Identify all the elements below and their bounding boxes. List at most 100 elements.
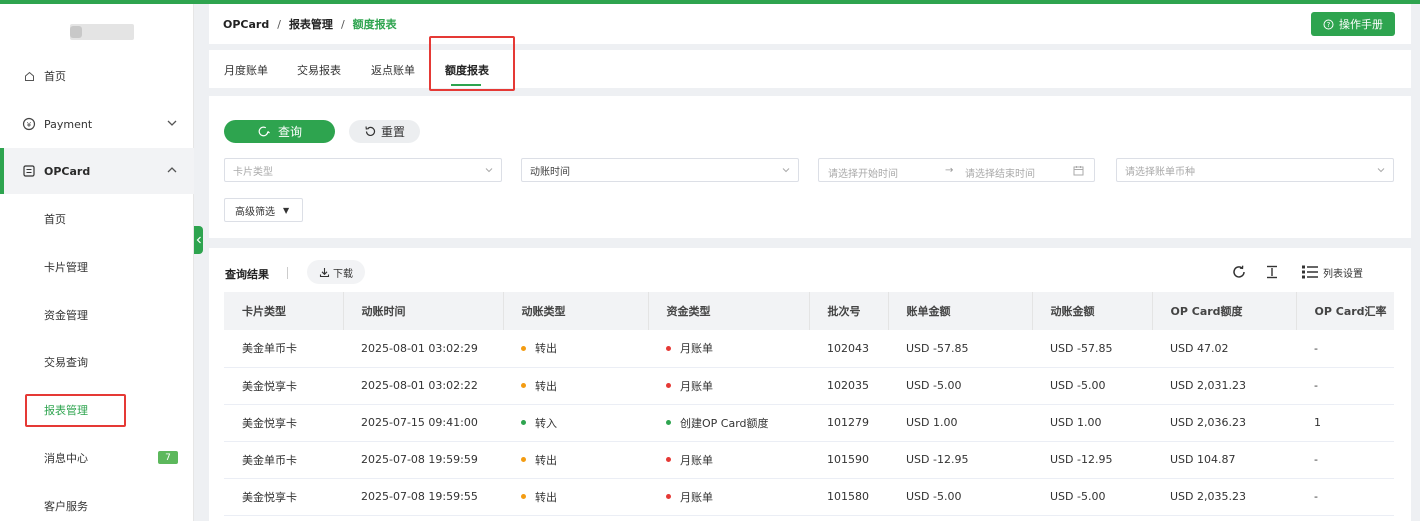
sub-item-label: 卡片管理 — [44, 261, 88, 274]
time-type-value: 动账时间 — [530, 166, 570, 178]
advanced-filter-label: 高级筛选 — [235, 206, 275, 218]
sub-item-report-management[interactable]: 报表管理 — [0, 387, 194, 433]
nav-payment[interactable]: ¥ Payment — [0, 101, 194, 147]
column-header[interactable]: 资金类型 — [648, 292, 810, 330]
tab-bar: 月度账单 交易报表 返点账单 额度报表 — [209, 50, 1411, 88]
column-header[interactable]: 动账金额 — [1032, 292, 1153, 330]
status-dot — [666, 457, 671, 462]
table-row[interactable]: 美金悦享卡 2025-08-01 03:02:22 转出 月账单 102035 … — [224, 367, 1394, 405]
start-date-input[interactable]: 请选择开始时间 — [828, 165, 898, 180]
cell-fund-type: 月账单 — [648, 367, 809, 405]
table-header-row: 卡片类型 动账时间 动账类型 资金类型 批次号 账单金额 动账金额 OP Car… — [224, 292, 1394, 330]
cell-card-type: 美金单币卡 — [224, 441, 343, 479]
column-header[interactable]: OP Card额度 — [1152, 292, 1297, 330]
cell-limit: USD 2,035.23 — [1152, 478, 1296, 516]
move-type-label: 转入 — [535, 416, 557, 430]
filter-panel: 查询 重置 卡片类型 动账时间 请选择开始时间 → 请选择结束时间 请选择账单币… — [209, 96, 1411, 238]
tab-monthly-bill[interactable]: 月度账单 — [224, 62, 268, 78]
cell-move-amount: USD -5.00 — [1032, 367, 1152, 405]
sidebar-collapse-handle[interactable] — [194, 226, 203, 254]
column-header[interactable]: 账单金额 — [888, 292, 1033, 330]
caret-down-icon: ▼ — [283, 205, 290, 215]
cell-time: 2025-08-01 03:02:22 — [343, 367, 503, 405]
cell-card-type: 美金悦享卡 — [224, 367, 343, 405]
manual-button-label: 操作手册 — [1339, 18, 1383, 31]
move-type-label: 转出 — [535, 453, 557, 467]
download-button[interactable]: 下载 — [307, 260, 365, 284]
cell-move-amount: USD -12.95 — [1032, 441, 1152, 479]
tab-transaction-report[interactable]: 交易报表 — [297, 62, 341, 78]
chevron-down-icon — [167, 120, 177, 126]
time-type-select[interactable]: 动账时间 — [521, 158, 799, 182]
status-dot — [666, 383, 671, 388]
sub-item-customer-service[interactable]: 客户服务 — [0, 483, 194, 521]
nav-home[interactable]: 首页 — [0, 53, 194, 99]
cell-rate: - — [1296, 367, 1394, 405]
cell-move-amount: USD 1.00 — [1032, 404, 1152, 442]
fund-type-label: 月账单 — [680, 490, 713, 504]
sidebar: 首页 ¥ Payment OPCard 首页 卡片管理 资金管理 交易查询 报表… — [0, 4, 194, 521]
sub-item-message-center[interactable]: 消息中心 7 — [0, 435, 194, 481]
refresh-button[interactable] — [1231, 263, 1247, 281]
search-icon — [258, 126, 270, 137]
status-dot — [521, 457, 526, 462]
column-header[interactable]: 动账类型 — [503, 292, 649, 330]
refresh-icon — [1233, 265, 1245, 278]
chevron-down-icon — [782, 168, 790, 173]
cell-limit: USD 2,031.23 — [1152, 367, 1296, 405]
density-button[interactable] — [1264, 263, 1280, 281]
nav-opcard[interactable]: OPCard — [0, 148, 194, 194]
breadcrumb: OPCard / 报表管理 / 额度报表 — [223, 16, 397, 32]
column-settings-label: 列表设置 — [1323, 268, 1363, 280]
query-button-label: 查询 — [277, 125, 302, 139]
column-header[interactable]: OP Card汇率 — [1296, 292, 1394, 330]
cell-move-type: 转出 — [503, 330, 648, 368]
query-button[interactable]: 查询 — [224, 120, 335, 143]
cell-card-type: 美金悦享卡 — [224, 478, 343, 516]
calendar-icon — [1073, 166, 1084, 176]
advanced-filter-button[interactable]: 高级筛选 ▼ — [224, 198, 303, 222]
download-button-label: 下载 — [333, 268, 353, 280]
date-range-picker[interactable]: 请选择开始时间 → 请选择结束时间 — [818, 158, 1095, 182]
manual-button[interactable]: ? 操作手册 — [1311, 12, 1395, 36]
cell-time: 2025-07-15 09:41:00 — [343, 404, 503, 442]
sub-item-card-management[interactable]: 卡片管理 — [0, 244, 194, 290]
table-row[interactable]: 美金悦享卡 2025-07-15 09:41:00 转入 创建OP Card额度… — [224, 404, 1394, 442]
cell-batch: 101580 — [809, 478, 888, 516]
results-title: 查询结果 — [225, 268, 269, 281]
cell-rate: 1 — [1296, 404, 1394, 442]
table-row[interactable]: 美金单币卡 2025-08-01 03:02:29 转出 月账单 102043 … — [224, 330, 1394, 368]
sub-item-transaction-query[interactable]: 交易查询 — [0, 339, 194, 385]
tab-limit-report[interactable]: 额度报表 — [445, 62, 489, 78]
column-settings-button[interactable]: 列表设置 — [1301, 263, 1363, 281]
card-type-select[interactable]: 卡片类型 — [224, 158, 502, 182]
cell-batch: 101590 — [809, 441, 888, 479]
cell-rate: - — [1296, 330, 1394, 368]
reset-button[interactable]: 重置 — [349, 120, 420, 143]
status-dot — [521, 383, 526, 388]
move-type-label: 转出 — [535, 490, 557, 504]
payment-icon: ¥ — [22, 117, 36, 131]
table-row[interactable]: 美金悦享卡 2025-07-08 19:59:55 转出 月账单 101580 … — [224, 478, 1394, 516]
end-date-input[interactable]: 请选择结束时间 — [965, 165, 1035, 180]
breadcrumb-item[interactable]: 报表管理 — [289, 16, 333, 32]
cell-time: 2025-07-08 19:59:59 — [343, 441, 503, 479]
column-header[interactable]: 批次号 — [809, 292, 889, 330]
card-type-placeholder: 卡片类型 — [233, 166, 273, 178]
currency-select[interactable]: 请选择账单币种 — [1116, 158, 1394, 182]
column-header[interactable]: 动账时间 — [343, 292, 504, 330]
breadcrumb-item[interactable]: OPCard — [223, 18, 269, 31]
status-dot — [666, 345, 671, 351]
tab-rebate-bill[interactable]: 返点账单 — [371, 62, 415, 78]
move-type-label: 转出 — [535, 379, 557, 393]
breadcrumb-current: 额度报表 — [352, 18, 397, 31]
status-dot — [666, 420, 671, 425]
cell-bill-amount: USD 1.00 — [888, 404, 1032, 442]
column-header[interactable]: 卡片类型 — [224, 292, 344, 330]
table-row[interactable]: 美金单币卡 2025-07-08 19:59:59 转出 月账单 101590 … — [224, 441, 1394, 479]
sub-item-home[interactable]: 首页 — [0, 196, 194, 242]
fund-type-label: 月账单 — [680, 342, 713, 356]
cell-time: 2025-07-08 19:59:55 — [343, 478, 503, 516]
nav-opcard-label: OPCard — [44, 164, 91, 178]
sub-item-fund-management[interactable]: 资金管理 — [0, 292, 194, 338]
